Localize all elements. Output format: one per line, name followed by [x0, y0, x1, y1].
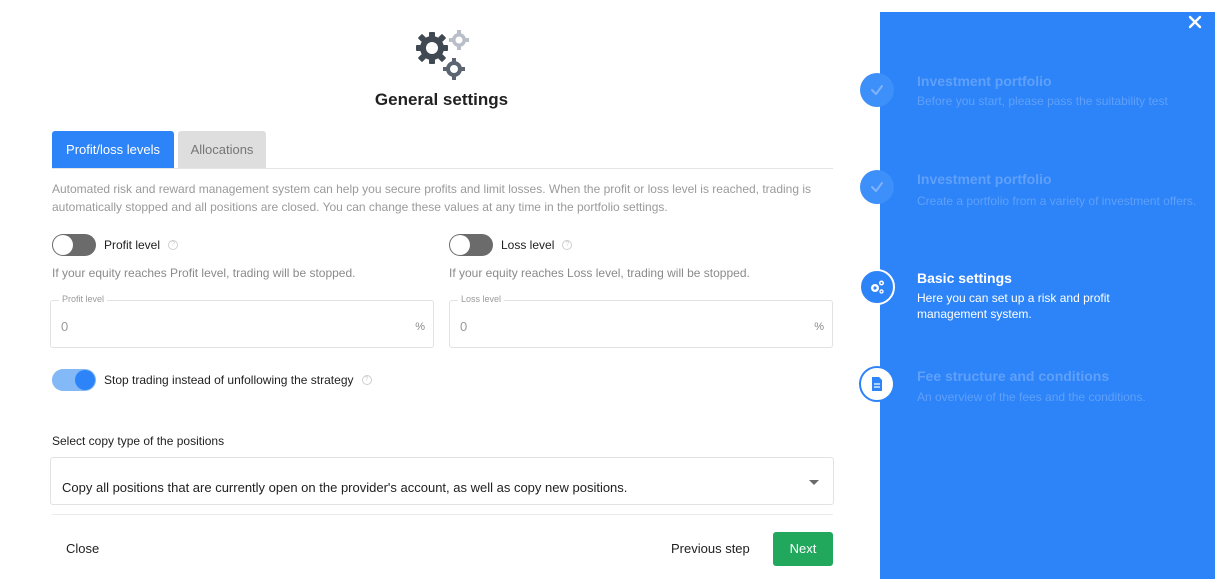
- step-3-subtitle: Here you can set up a risk and profit ma…: [917, 291, 1110, 321]
- chevron-down-icon: [809, 480, 819, 485]
- tab-divider: [52, 168, 833, 169]
- description-text: Automated risk and reward management sys…: [52, 182, 812, 214]
- loss-level-value[interactable]: 0: [460, 319, 467, 334]
- check-icon: [871, 182, 883, 192]
- tab-allocations[interactable]: Allocations: [178, 131, 266, 169]
- profit-level-field-label: Profit level: [59, 294, 108, 304]
- step-4-title: Fee structure and conditions: [917, 368, 1110, 384]
- close-button[interactable]: Close: [66, 541, 99, 556]
- document-icon: [872, 377, 882, 391]
- profit-level-value[interactable]: 0: [61, 319, 68, 334]
- profit-level-toggle-row: Profit level ?: [52, 234, 179, 256]
- page-title: General settings: [374, 90, 509, 109]
- footer-divider: [52, 514, 833, 515]
- switch-knob: [450, 235, 470, 255]
- switch-knob: [75, 370, 95, 390]
- step-1-indicator: [860, 73, 894, 107]
- next-button[interactable]: Next: [773, 532, 833, 566]
- close-icon[interactable]: [1187, 14, 1203, 30]
- step-2-indicator: [860, 170, 894, 204]
- help-icon[interactable]: ?: [168, 240, 179, 250]
- step-2-subtitle: Create a portfolio from a variety of inv…: [917, 194, 1197, 208]
- step-4-subtitle: An overview of the fees and the conditio…: [917, 390, 1146, 404]
- loss-level-field[interactable]: Loss level 0 %: [449, 294, 833, 348]
- loss-level-switch[interactable]: [449, 234, 493, 256]
- stop-trading-label: Stop trading instead of unfollowing the …: [104, 373, 354, 387]
- percent-unit: %: [814, 321, 824, 333]
- settings-tabs: Profit/loss levels Allocations: [52, 131, 270, 169]
- loss-level-hint: If your equity reaches Loss level, tradi…: [449, 266, 750, 280]
- help-icon[interactable]: ?: [361, 375, 372, 385]
- gears-icon: [416, 30, 469, 80]
- profit-level-hint: If your equity reaches Profit level, tra…: [52, 266, 356, 280]
- step-1-title: Investment portfolio: [917, 73, 1052, 89]
- profit-level-switch[interactable]: [52, 234, 96, 256]
- copy-type-selected-value: Copy all positions that are currently op…: [62, 480, 628, 495]
- loss-level-toggle-label: Loss level: [501, 238, 555, 252]
- settings-main-panel: General settings Profit/loss levels Allo…: [0, 0, 880, 579]
- gears-icon: [871, 280, 884, 294]
- stop-trading-toggle-row: Stop trading instead of unfollowing the …: [52, 369, 372, 391]
- loss-level-toggle-row: Loss level ?: [449, 234, 573, 256]
- loss-level-field-label: Loss level: [458, 294, 505, 304]
- step-1-subtitle: Before you start, please pass the suitab…: [917, 94, 1168, 108]
- copy-type-select[interactable]: Copy all positions that are currently op…: [50, 457, 834, 505]
- profit-level-toggle-label: Profit level: [104, 238, 161, 252]
- check-icon: [871, 85, 883, 95]
- stop-trading-switch[interactable]: [52, 369, 96, 391]
- previous-step-button[interactable]: Previous step: [671, 541, 750, 556]
- switch-knob: [53, 235, 73, 255]
- help-icon[interactable]: ?: [562, 240, 573, 250]
- step-3-title: Basic settings: [917, 270, 1012, 286]
- copy-type-title: Select copy type of the positions: [52, 434, 225, 448]
- step-4-indicator: [859, 366, 895, 402]
- profit-level-field[interactable]: Profit level 0 %: [50, 294, 434, 348]
- tab-profit-loss-levels[interactable]: Profit/loss levels: [52, 131, 174, 169]
- percent-unit: %: [415, 321, 425, 333]
- step-2-title: Investment portfolio: [917, 171, 1052, 187]
- step-3-indicator: [859, 269, 895, 305]
